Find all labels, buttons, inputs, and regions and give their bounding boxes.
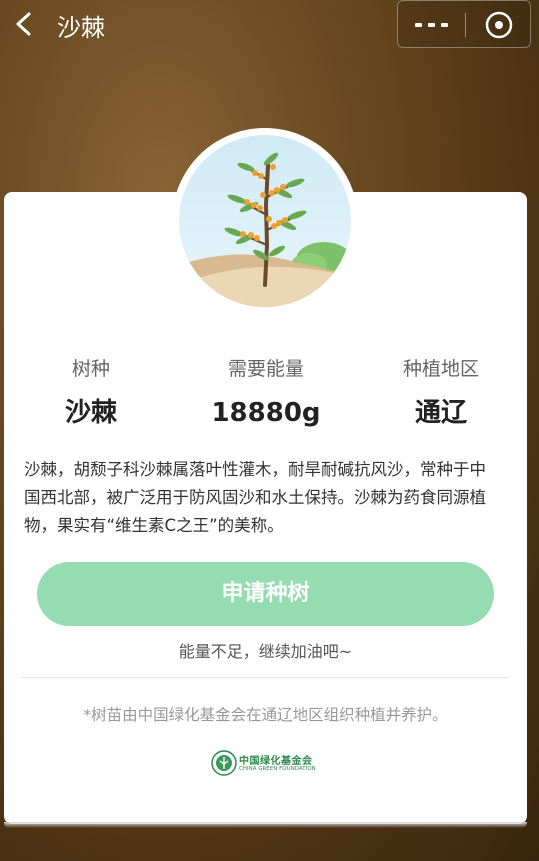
close-target-icon [485,11,513,39]
foundation-name-cn: 中国绿化基金会 [239,756,313,767]
stat-label: 需要能量 [227,358,304,380]
foundation-emblem-icon [211,750,237,776]
energy-hint: 能量不足，继续加油吧~ [178,642,353,661]
foundation-name-en: CHINA GREEN FOUNDATION [239,766,316,772]
sea-buckthorn-tree-illustration [179,135,351,307]
chevron-left-icon [16,12,31,36]
close-button[interactable] [466,1,532,47]
more-dots-icon [415,23,448,27]
stat-value: 沙棘 [64,398,117,428]
planting-note: *树苗由中国绿化基金会在通辽地区组织种植并养护。 [83,706,448,724]
stat-label: 种植地区 [402,358,479,380]
apply-plant-tree-button[interactable]: 申请种树 [37,562,494,626]
page-title: 沙棘 [57,14,105,42]
foundation-logo: 中国绿化基金会 CHINA GREEN FOUNDATION [211,750,321,778]
tree-avatar [179,135,351,307]
more-button[interactable] [398,1,465,47]
stat-species: 树种 沙棘 [11,355,171,429]
mini-program-capsule [397,0,531,48]
divider [21,677,509,678]
card-shadow [4,822,527,828]
stat-value: 通辽 [414,398,467,428]
stat-value: 18880g [211,398,321,428]
back-button[interactable] [12,10,36,38]
top-bar: 沙棘 [0,0,539,50]
stat-label: 树种 [71,358,110,380]
stat-region: 种植地区 通辽 [361,355,521,429]
stat-energy: 需要能量 18880g [186,355,346,429]
tree-stats: 树种 沙棘 需要能量 18880g 种植地区 通辽 [0,355,539,435]
tree-description: 沙棘，胡颓子科沙棘属落叶性灌木，耐旱耐碱抗风沙，常种于中国西北部，被广泛用于防风… [24,460,486,535]
